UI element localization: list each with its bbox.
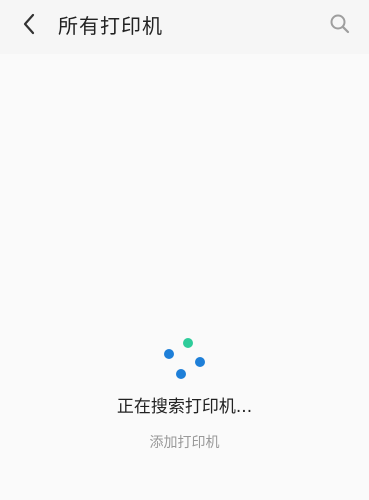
chevron-left-icon xyxy=(22,12,36,40)
spinner-dot xyxy=(183,338,193,348)
add-printer-button[interactable]: 添加打印机 xyxy=(0,433,369,453)
app-header: 所有打印机 xyxy=(0,0,369,54)
main-content: 正在搜索打印机... 添加打印机 xyxy=(0,54,369,500)
searching-status-text: 正在搜索打印机... xyxy=(116,397,253,417)
printer-search-screen: 所有打印机 正在搜索打印机... 添加打印机 xyxy=(0,0,369,500)
search-button[interactable] xyxy=(324,10,356,42)
spinner-dot xyxy=(164,349,174,359)
spinner-dot xyxy=(195,357,205,367)
page-title: 所有打印机 xyxy=(58,14,163,38)
loading-spinner-icon xyxy=(154,333,214,383)
search-icon xyxy=(329,13,351,39)
spinner-dot xyxy=(176,369,186,379)
back-button[interactable] xyxy=(12,9,46,43)
